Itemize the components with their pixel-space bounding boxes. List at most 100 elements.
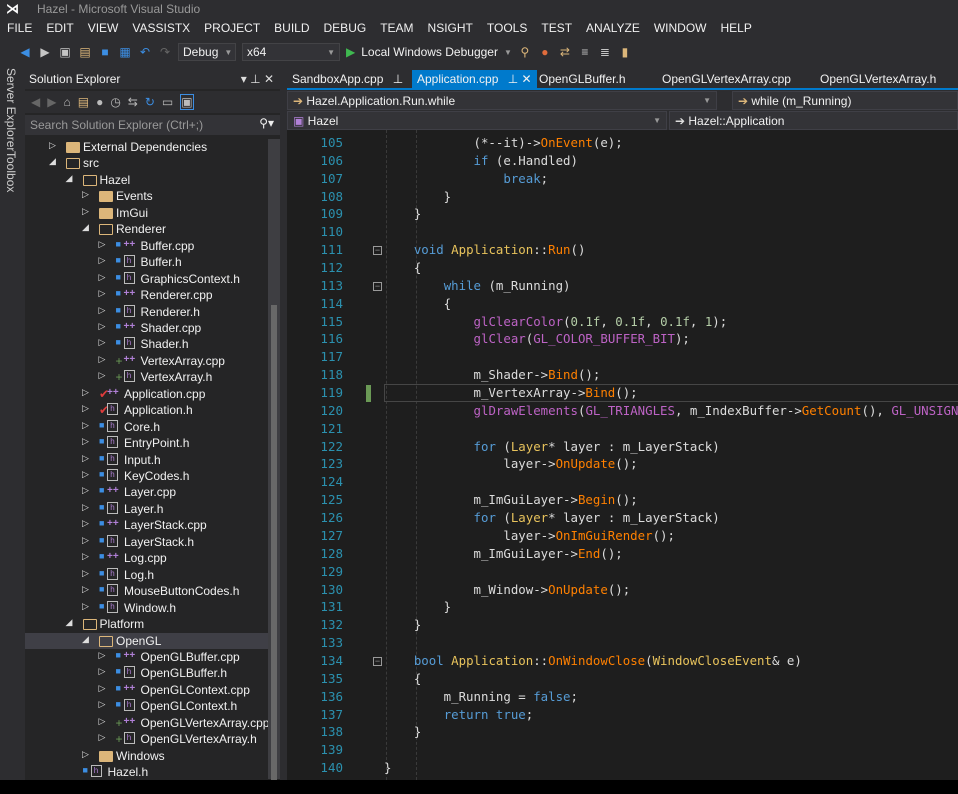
collapsed-arrow-icon[interactable]: ▷: [99, 272, 106, 283]
tree-item[interactable]: ◢ src: [25, 155, 268, 171]
chevron-down-icon[interactable]: ▼: [504, 48, 512, 57]
tree-item[interactable]: ▷ ■ h Core.h: [25, 419, 268, 435]
properties-icon[interactable]: ▣: [180, 94, 194, 110]
tree-item[interactable]: ▷ ■ h Shader.h: [25, 336, 268, 352]
tree-item[interactable]: ▷ ■ h LayerStack.h: [25, 534, 268, 550]
switch-views-icon[interactable]: ▤: [78, 95, 89, 109]
collapsed-arrow-icon[interactable]: ▷: [99, 370, 106, 381]
tree-item[interactable]: ▷ + ++ VertexArray.cpp: [25, 353, 268, 369]
menu-nsight[interactable]: NSIGHT: [421, 19, 480, 39]
tree-item[interactable]: ▷ ■ h MouseButtonCodes.h: [25, 583, 268, 599]
menu-test[interactable]: TEST: [534, 19, 579, 39]
tab-application-cpp[interactable]: Application.cpp ⊥ ✕: [412, 70, 537, 89]
collapsed-arrow-icon[interactable]: ▷: [82, 584, 89, 595]
pending-changes-icon[interactable]: ◷: [110, 95, 120, 109]
collapsed-arrow-icon[interactable]: ▷: [82, 387, 89, 398]
tree-item[interactable]: ▷ Windows: [25, 748, 268, 764]
collapsed-arrow-icon[interactable]: ▷: [99, 699, 106, 710]
menu-project[interactable]: PROJECT: [197, 19, 267, 39]
collapsed-arrow-icon[interactable]: ▷: [99, 666, 106, 677]
save-icon[interactable]: ■: [98, 45, 112, 59]
expanded-arrow-icon[interactable]: ◢: [82, 634, 89, 645]
collapsed-arrow-icon[interactable]: ▷: [99, 288, 106, 299]
show-all-files-icon[interactable]: ●: [96, 95, 103, 109]
member-nav-dropdown[interactable]: ➔ while (m_Running): [732, 91, 958, 110]
collapsed-arrow-icon[interactable]: ▷: [99, 305, 106, 316]
tree-item[interactable]: ▷ ■ ++ OpenGLBuffer.cpp: [25, 649, 268, 665]
home-icon[interactable]: ⌂: [63, 95, 70, 109]
tree-item[interactable]: ▷ ■ h OpenGLContext.h: [25, 698, 268, 714]
menu-file[interactable]: FILE: [0, 19, 39, 39]
collapsed-arrow-icon[interactable]: ▷: [82, 551, 89, 562]
redo-icon[interactable]: ↷: [158, 45, 172, 59]
tree-item[interactable]: ▷ ■ ++ Buffer.cpp: [25, 238, 268, 254]
platform-select[interactable]: x64 ▼: [242, 43, 340, 61]
tree-item[interactable]: ▷ ■ h Window.h: [25, 600, 268, 616]
tree-item[interactable]: ▷ + h OpenGLVertexArray.h: [25, 731, 268, 747]
collapsed-arrow-icon[interactable]: ▷: [82, 403, 89, 414]
collapsed-arrow-icon[interactable]: ▷: [82, 469, 89, 480]
back-icon[interactable]: ◀: [18, 45, 32, 59]
collapsed-arrow-icon[interactable]: ▷: [82, 453, 89, 464]
collapse-toggle-icon[interactable]: −: [373, 246, 382, 256]
tree-item[interactable]: ▷ ■ ++ OpenGLContext.cpp: [25, 682, 268, 698]
tab-openglvertexarray-cpp[interactable]: OpenGLVertexArray.cpp: [657, 70, 796, 89]
pin-icon[interactable]: ⊥: [250, 72, 260, 86]
server-explorer-tab[interactable]: Server Explorer: [4, 68, 18, 151]
play-icon[interactable]: ▶: [346, 45, 355, 59]
start-debugger-button[interactable]: Local Windows Debugger: [361, 45, 498, 59]
tree-item[interactable]: ▷ External Dependencies: [25, 139, 268, 155]
tree-item[interactable]: ▷ ■ h Log.h: [25, 567, 268, 583]
menu-help[interactable]: HELP: [713, 19, 758, 39]
tree-item[interactable]: ▷ ■ h EntryPoint.h: [25, 435, 268, 451]
tree-item[interactable]: ▷ ✔ h Application.h: [25, 402, 268, 418]
tree-item[interactable]: ▷ ■ h KeyCodes.h: [25, 468, 268, 484]
toolbox-tab[interactable]: Toolbox: [4, 151, 18, 192]
tree-item[interactable]: ▷ ■ h Buffer.h: [25, 254, 268, 270]
menu-vassistx[interactable]: VASSISTX: [125, 19, 197, 39]
menu-team[interactable]: TEAM: [373, 19, 420, 39]
sync-icon[interactable]: ⇆: [128, 95, 138, 109]
tree-item[interactable]: ▷ Events: [25, 188, 268, 204]
tab-openglbuffer-h[interactable]: OpenGLBuffer.h: [534, 70, 631, 89]
tab-sandboxapp-cpp[interactable]: SandboxApp.cpp ⊥: [287, 70, 408, 89]
collapse-toggle-icon[interactable]: −: [373, 281, 382, 291]
tree-item[interactable]: ■ h Hazel.h: [25, 764, 268, 779]
uncomment-icon[interactable]: ≣: [598, 45, 612, 59]
back-icon[interactable]: ◀: [31, 95, 40, 109]
tree-item[interactable]: ◢ OpenGL: [25, 632, 268, 649]
search-icon[interactable]: ⚲▾: [259, 116, 274, 130]
undo-icon[interactable]: ↶: [138, 45, 152, 59]
menu-build[interactable]: BUILD: [267, 19, 316, 39]
project-nav-dropdown[interactable]: ▣ Hazel ▼: [287, 111, 667, 130]
collapsed-arrow-icon[interactable]: ▷: [82, 436, 89, 447]
new-project-icon[interactable]: ▣: [58, 45, 72, 59]
tree-item[interactable]: ▷ ■ h Input.h: [25, 452, 268, 468]
collapse-toggle-icon[interactable]: −: [373, 656, 382, 666]
tree-item[interactable]: ▷ ImGui: [25, 205, 268, 221]
collapsed-arrow-icon[interactable]: ▷: [82, 535, 89, 546]
menu-window[interactable]: WINDOW: [647, 19, 714, 39]
tree-item[interactable]: ◢ Renderer: [25, 221, 268, 237]
collapsed-arrow-icon[interactable]: ▷: [99, 255, 106, 266]
tree-item[interactable]: ▷ ■ ++ Log.cpp: [25, 550, 268, 566]
menu-analyze[interactable]: ANALYZE: [579, 19, 647, 39]
collapsed-arrow-icon[interactable]: ▷: [82, 485, 89, 496]
tree-item[interactable]: ▷ ■ ++ LayerStack.cpp: [25, 517, 268, 533]
tree-item[interactable]: ▷ ■ h Layer.h: [25, 501, 268, 517]
tree-item[interactable]: ▷ ✔ ++ Application.cpp: [25, 386, 268, 402]
find-icon[interactable]: ⚲: [518, 45, 532, 59]
menu-edit[interactable]: EDIT: [39, 19, 80, 39]
tab-openglvertexarray-h[interactable]: OpenGLVertexArray.h: [815, 70, 941, 89]
tree-item[interactable]: ▷ + h VertexArray.h: [25, 369, 268, 385]
save-all-icon[interactable]: ▦: [118, 45, 132, 59]
collapsed-arrow-icon[interactable]: ▷: [82, 420, 89, 431]
dropdown-icon[interactable]: ▾: [241, 72, 247, 86]
forward-icon[interactable]: ▶: [47, 95, 56, 109]
collapsed-arrow-icon[interactable]: ▷: [99, 337, 106, 348]
collapsed-arrow-icon[interactable]: ▷: [99, 239, 106, 250]
close-tab-icon[interactable]: ✕: [518, 72, 532, 86]
solution-explorer-search-input[interactable]: Search Solution Explorer (Ctrl+;) ⚲▾: [25, 115, 280, 135]
expanded-arrow-icon[interactable]: ◢: [49, 156, 56, 167]
collapsed-arrow-icon[interactable]: ▷: [49, 140, 56, 151]
